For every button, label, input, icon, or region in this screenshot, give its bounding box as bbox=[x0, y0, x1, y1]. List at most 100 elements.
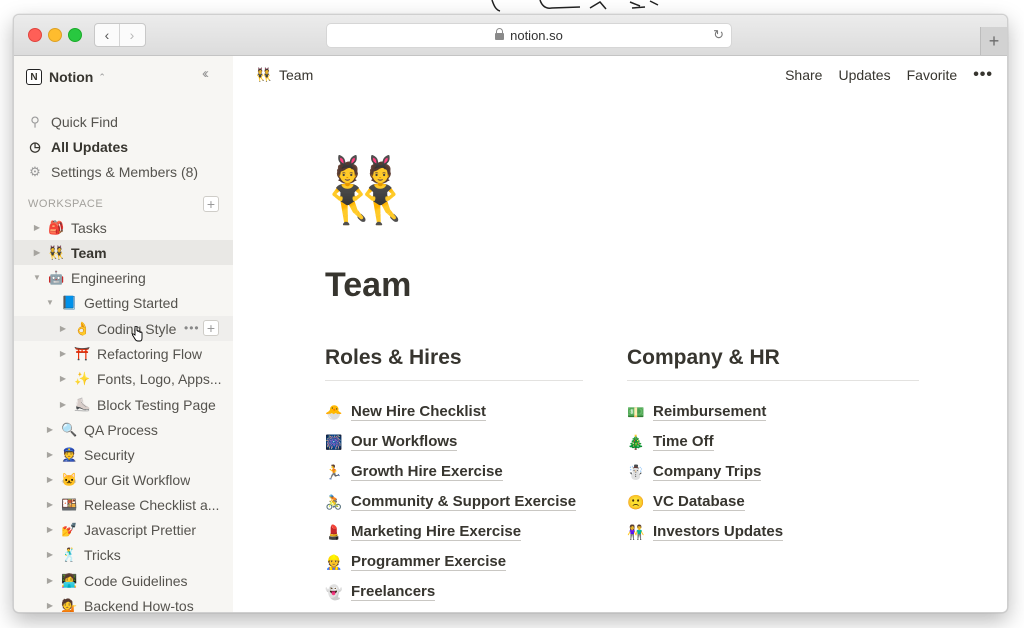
sidebar-item-fonts-logo-apps[interactable]: ▶ ✨ Fonts, Logo, Apps... bbox=[14, 366, 233, 391]
page-title[interactable]: Team bbox=[325, 266, 411, 305]
settings-members-link[interactable]: ⚙ Settings & Members (8) bbox=[28, 161, 198, 183]
expand-triangle-icon[interactable]: ▶ bbox=[45, 576, 55, 585]
breadcrumb[interactable]: 👯 Team bbox=[255, 67, 313, 83]
sidebar-item-coding-style[interactable]: ▶ 👌 Coding Style ••• + bbox=[14, 316, 233, 341]
dollar-bill-icon: 💵 bbox=[627, 403, 645, 420]
page-icon[interactable]: 👯 bbox=[325, 150, 405, 230]
favorite-button[interactable]: Favorite bbox=[907, 67, 958, 83]
chevron-left-icon: ‹ bbox=[104, 27, 110, 43]
couple-icon: 👫 bbox=[627, 523, 645, 540]
dancers-icon: 👯 bbox=[48, 244, 65, 260]
page-link-label: Freelancers bbox=[351, 583, 436, 601]
plus-icon: + bbox=[206, 196, 216, 212]
page-link[interactable]: 💄 Marketing Hire Exercise bbox=[325, 517, 583, 547]
page-link[interactable]: 🐣 New Hire Checklist bbox=[325, 397, 583, 427]
updates-button[interactable]: Updates bbox=[838, 67, 890, 83]
police-officer-icon: 👮 bbox=[61, 446, 78, 462]
sidebar-item-qa-process[interactable]: ▶ 🔍 QA Process bbox=[14, 417, 233, 442]
page-link-label: Marketing Hire Exercise bbox=[351, 523, 522, 541]
page-link[interactable]: 🙁 VC Database bbox=[627, 487, 919, 517]
collapse-triangle-icon[interactable]: ▼ bbox=[32, 273, 42, 282]
more-options-button[interactable]: ••• bbox=[973, 67, 993, 83]
add-subpage-button[interactable]: + bbox=[203, 320, 219, 336]
sidebar-item-tricks[interactable]: ▶ 🕺 Tricks bbox=[14, 542, 233, 567]
sidebar-item-tasks[interactable]: ▶ 🎒 Tasks bbox=[14, 215, 233, 240]
plus-icon: + bbox=[988, 30, 1000, 51]
sidebar-item-release-checklist[interactable]: ▶ 🍱 Release Checklist a... bbox=[14, 492, 233, 517]
expand-triangle-icon[interactable]: ▶ bbox=[45, 550, 55, 559]
page-link-label: Programmer Exercise bbox=[351, 553, 507, 571]
add-page-button[interactable]: + bbox=[203, 196, 219, 212]
expand-triangle-icon[interactable]: ▶ bbox=[45, 475, 55, 484]
workspace-name: Notion bbox=[49, 69, 94, 85]
address-bar[interactable]: notion.so ↻ bbox=[326, 23, 732, 48]
plus-icon: + bbox=[206, 320, 216, 336]
share-button[interactable]: Share bbox=[785, 67, 822, 83]
page-link-label: Reimbursement bbox=[653, 403, 767, 421]
expand-triangle-icon[interactable]: ▶ bbox=[45, 500, 55, 509]
settings-members-label: Settings & Members (8) bbox=[51, 164, 199, 180]
expand-triangle-icon[interactable]: ▶ bbox=[32, 248, 42, 257]
all-updates-link[interactable]: ◷ All Updates bbox=[28, 136, 128, 158]
back-button[interactable]: ‹ bbox=[95, 24, 120, 46]
collapse-triangle-icon[interactable]: ▼ bbox=[45, 298, 55, 307]
page-link[interactable]: 🎄 Time Off bbox=[627, 427, 919, 457]
sidebar-item-label: Engineering bbox=[71, 269, 146, 286]
blue-book-icon: 📘 bbox=[61, 294, 78, 310]
more-options-icon[interactable]: ••• bbox=[184, 321, 200, 335]
bento-icon: 🍱 bbox=[61, 496, 78, 512]
close-window-button[interactable] bbox=[28, 28, 42, 42]
expand-triangle-icon[interactable]: ▶ bbox=[45, 450, 55, 459]
zoom-window-button[interactable] bbox=[68, 28, 82, 42]
reload-icon[interactable]: ↻ bbox=[713, 27, 724, 43]
cat-icon: 🐱 bbox=[61, 471, 78, 487]
quick-find-link[interactable]: ⚲ Quick Find bbox=[28, 111, 118, 133]
minimize-window-button[interactable] bbox=[48, 28, 62, 42]
page-link[interactable]: 👻 Freelancers bbox=[325, 577, 583, 607]
lipstick-icon: 💄 bbox=[325, 523, 343, 540]
sidebar-item-javascript-prettier[interactable]: ▶ 💅 Javascript Prettier bbox=[14, 517, 233, 542]
history-nav: ‹ › bbox=[94, 23, 146, 47]
new-tab-button[interactable]: + bbox=[980, 27, 1007, 55]
page-link[interactable]: 👫 Investors Updates bbox=[627, 517, 919, 547]
sidebar-item-refactoring-flow[interactable]: ▶ ⛩️ Refactoring Flow bbox=[14, 341, 233, 366]
page-link[interactable]: 👷 Programmer Exercise bbox=[325, 547, 583, 577]
sidebar-item-engineering[interactable]: ▼ 🤖 Engineering bbox=[14, 265, 233, 290]
expand-triangle-icon[interactable]: ▶ bbox=[58, 374, 68, 383]
workspace-switcher[interactable]: N Notion ⌃ bbox=[26, 67, 106, 87]
page-link[interactable]: 🚴 Community & Support Exercise bbox=[325, 487, 583, 517]
page-link[interactable]: 🎆 Our Workflows bbox=[325, 427, 583, 457]
chevron-right-icon: › bbox=[129, 27, 135, 43]
sidebar-item-security[interactable]: ▶ 👮 Security bbox=[14, 442, 233, 467]
cyclist-icon: 🚴 bbox=[325, 493, 343, 510]
gear-icon: ⚙ bbox=[29, 164, 41, 179]
sidebar-item-our-git-workflow[interactable]: ▶ 🐱 Our Git Workflow bbox=[14, 467, 233, 492]
forward-button[interactable]: › bbox=[120, 24, 144, 46]
magnifier-icon: 🔍 bbox=[61, 421, 78, 437]
sidebar-item-backend-how-tos[interactable]: ▶ 💁 Backend How-tos bbox=[14, 593, 233, 613]
page-link[interactable]: ☃️ Company Trips bbox=[627, 457, 919, 487]
page-link[interactable]: 💵 Reimbursement bbox=[627, 397, 919, 427]
expand-triangle-icon[interactable]: ▶ bbox=[32, 223, 42, 232]
runner-icon: 🏃 bbox=[325, 463, 343, 480]
expand-triangle-icon[interactable]: ▶ bbox=[45, 601, 55, 610]
collapse-sidebar-icon[interactable]: ‹‹ bbox=[202, 65, 209, 82]
breadcrumb-title: Team bbox=[279, 67, 314, 83]
sidebar-item-code-guidelines[interactable]: ▶ 👩‍💻 Code Guidelines bbox=[14, 568, 233, 593]
expand-triangle-icon[interactable]: ▶ bbox=[58, 349, 68, 358]
backpack-icon: 🎒 bbox=[48, 219, 65, 235]
sidebar-item-block-testing-page[interactable]: ▶ ⛸️ Block Testing Page bbox=[14, 392, 233, 417]
sidebar-item-team[interactable]: ▶ 👯 Team bbox=[14, 240, 233, 265]
company-hr-list: 💵 Reimbursement 🎄 Time Off ☃️ Company Trips… bbox=[627, 381, 919, 547]
page-link[interactable]: 🏃 Growth Hire Exercise bbox=[325, 457, 583, 487]
company-hr-column: Company & HR 💵 Reimbursement 🎄 Time Off ☃️… bbox=[627, 346, 919, 547]
expand-triangle-icon[interactable]: ▶ bbox=[45, 525, 55, 534]
expand-triangle-icon[interactable]: ▶ bbox=[58, 324, 68, 333]
sidebar-item-label: Security bbox=[84, 446, 135, 463]
hand-cursor-icon bbox=[131, 326, 143, 342]
sidebar-item-getting-started[interactable]: ▼ 📘 Getting Started bbox=[14, 290, 233, 315]
frowning-face-icon: 🙁 bbox=[627, 493, 645, 510]
expand-triangle-icon[interactable]: ▶ bbox=[58, 400, 68, 409]
expand-triangle-icon[interactable]: ▶ bbox=[45, 425, 55, 434]
quick-find-label: Quick Find bbox=[51, 114, 118, 130]
